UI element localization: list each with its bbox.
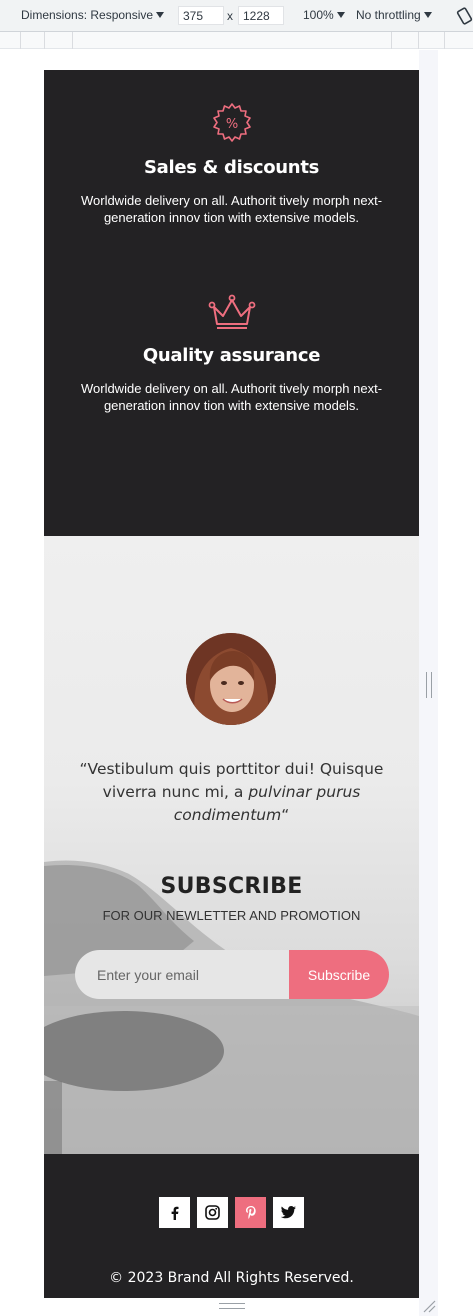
email-input[interactable] bbox=[75, 950, 315, 999]
svg-text:%: % bbox=[225, 117, 237, 132]
beach-background-image bbox=[44, 860, 419, 1154]
social-links bbox=[159, 1197, 304, 1228]
avatar bbox=[186, 633, 276, 725]
feature-title: Sales & discounts bbox=[143, 157, 320, 178]
feature-text: Worldwide delivery on all. Authorit tive… bbox=[80, 381, 383, 413]
chevron-down-icon bbox=[336, 12, 345, 18]
subscribe-caption: FOR OUR NEWLETTER AND PROMOTION bbox=[102, 908, 361, 923]
twitter-icon bbox=[281, 1206, 296, 1219]
features-section: % Sales & discounts Worldwide delivery o… bbox=[44, 70, 419, 536]
dimensions-dropdown[interactable]: Dimensions: Responsive bbox=[21, 8, 165, 22]
copyright-text: © 2023 Brand All Rights Reserved. bbox=[109, 1270, 354, 1286]
height-input[interactable] bbox=[238, 6, 284, 25]
twitter-link[interactable] bbox=[273, 1197, 304, 1228]
facebook-link[interactable] bbox=[159, 1197, 190, 1228]
zoom-dropdown[interactable]: 100% bbox=[303, 8, 345, 22]
zoom-label: 100% bbox=[303, 8, 334, 22]
bottom-resize-handle[interactable] bbox=[219, 1303, 245, 1309]
feature-quality: Quality assurance Worldwide delivery on … bbox=[44, 293, 419, 414]
footer: © 2023 Brand All Rights Reserved. bbox=[44, 1154, 419, 1298]
subscribe-title: SUBSCRIBE bbox=[160, 874, 303, 899]
feature-sales: % Sales & discounts Worldwide delivery o… bbox=[44, 103, 419, 226]
chevron-down-icon bbox=[423, 12, 432, 18]
feature-text: Worldwide delivery on all. Authorit tive… bbox=[80, 193, 383, 225]
right-resize-handle[interactable] bbox=[426, 672, 432, 698]
corner-resize-icon[interactable] bbox=[421, 1298, 437, 1314]
testimonial-quote: “Vestibulum quis porttitor dui! Quisque … bbox=[79, 760, 384, 824]
throttling-label: No throttling bbox=[356, 8, 421, 22]
media-query-ruler bbox=[0, 32, 473, 49]
times-label: x bbox=[227, 9, 233, 23]
subscribe-form: Subscribe bbox=[75, 950, 389, 999]
dimensions-label: Dimensions: Responsive bbox=[21, 8, 154, 22]
rotate-icon[interactable] bbox=[456, 6, 473, 26]
pinterest-icon bbox=[245, 1206, 256, 1219]
instagram-icon bbox=[205, 1205, 220, 1220]
facebook-icon bbox=[171, 1206, 178, 1220]
throttling-dropdown[interactable]: No throttling bbox=[356, 8, 432, 22]
chevron-down-icon bbox=[156, 12, 165, 18]
testimonial-subscribe-section: “Vestibulum quis porttitor dui! Quisque … bbox=[44, 536, 419, 1154]
avatar-portrait-image bbox=[186, 633, 276, 725]
width-input[interactable] bbox=[178, 6, 224, 25]
subscribe-button[interactable]: Subscribe bbox=[289, 950, 389, 999]
page-viewport: % Sales & discounts Worldwide delivery o… bbox=[44, 70, 419, 1298]
pinterest-link[interactable] bbox=[235, 1197, 266, 1228]
devtools-device-toolbar: Dimensions: Responsive x 100% No throttl… bbox=[0, 0, 473, 32]
instagram-link[interactable] bbox=[197, 1197, 228, 1228]
discount-badge-icon: % bbox=[212, 103, 251, 142]
feature-title: Quality assurance bbox=[142, 345, 321, 366]
crown-icon bbox=[208, 294, 255, 329]
